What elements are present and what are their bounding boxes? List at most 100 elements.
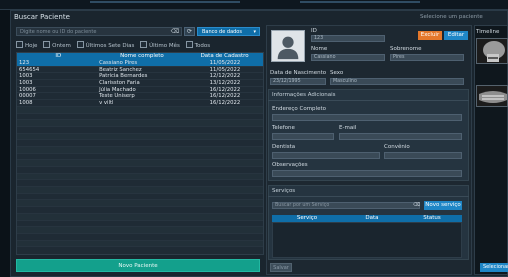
cell-name: Clarisston Faria — [99, 80, 140, 86]
column-header-name[interactable]: Nome completo — [98, 53, 187, 60]
services-table-header: Serviço Data Status — [272, 215, 462, 222]
data-source-select[interactable]: Banco de dados ▾ — [197, 27, 260, 36]
app-titlebar — [0, 0, 508, 10]
id-field[interactable]: 123 — [311, 35, 385, 42]
cell-name: v viltl — [99, 100, 114, 106]
cell-name: Beatriz Sanchez — [99, 66, 142, 73]
chevron-down-icon: ▾ — [253, 29, 256, 35]
table-row-empty — [17, 213, 263, 221]
table-row-empty — [17, 187, 263, 194]
services-column-status[interactable]: Status — [402, 215, 462, 222]
table-row-empty — [17, 146, 263, 154]
insurance-field[interactable] — [384, 152, 462, 159]
cell-id: 1008 — [19, 100, 33, 106]
table-row-empty — [17, 140, 263, 147]
table-row[interactable]: 1008 v viltl 16/12/2022 — [17, 100, 263, 107]
delete-button[interactable]: Excluir — [418, 31, 442, 40]
birth-date-label: Data de Nascimento — [270, 70, 327, 76]
table-row[interactable]: 1003 Patrícia Bernardes 12/12/2022 — [17, 73, 263, 81]
panoramic-xray-icon — [477, 86, 507, 106]
filter-checkbox-yesterday[interactable] — [43, 41, 51, 48]
column-header-date[interactable]: Data de Cadastro — [186, 53, 263, 60]
clear-search-icon[interactable]: ⌫ — [170, 28, 180, 35]
titlebar-accent — [300, 1, 420, 3]
table-row-empty — [17, 207, 263, 214]
phone-field[interactable] — [272, 133, 334, 140]
table-row[interactable]: 10006 Júlia Machado 16/12/2022 — [17, 87, 263, 94]
clear-service-search-icon[interactable]: ⌫ — [413, 202, 420, 209]
address-label: Endereço Completo — [272, 106, 326, 112]
table-row[interactable]: 654654 Beatriz Sanchez 11/05/2022 — [17, 67, 263, 74]
user-silhouette-icon — [277, 36, 299, 60]
sex-label: Sexo — [330, 70, 344, 76]
table-row-empty — [17, 133, 263, 141]
filter-checkbox-all[interactable] — [185, 41, 193, 48]
edit-button[interactable]: Editar — [444, 31, 468, 40]
table-row-empty — [17, 221, 263, 228]
table-header: ID Nome completo Data de Cadastro — [17, 53, 263, 60]
services-column-service[interactable]: Serviço — [272, 215, 342, 222]
address-field[interactable] — [272, 114, 462, 121]
table-row-empty — [17, 154, 263, 161]
table-row-empty — [17, 127, 263, 134]
service-search-input[interactable]: Buscar por um Serviço — [272, 202, 420, 209]
table-row-empty — [17, 234, 263, 241]
timeline-thumbnail[interactable] — [476, 85, 508, 107]
dentist-field[interactable] — [272, 152, 380, 159]
email-field[interactable] — [339, 133, 462, 140]
birth-date-field[interactable]: 23/12/1995 — [270, 78, 326, 85]
additional-info-title: Informações Adicionais — [272, 92, 336, 98]
divider — [268, 196, 469, 197]
cell-name: Cassiano Pires — [99, 60, 138, 66]
table-row-empty — [17, 180, 263, 188]
filter-label: Todos — [194, 43, 211, 49]
table-row-empty — [17, 240, 263, 248]
filter-label: Último Mês — [149, 43, 180, 49]
table-row-empty — [17, 227, 263, 234]
filter-checkbox-last-seven-days[interactable] — [76, 41, 84, 48]
table-row-empty — [17, 200, 263, 208]
cell-date: 13/12/2022 — [209, 80, 241, 86]
save-button[interactable]: Salvar — [270, 263, 292, 272]
sex-field[interactable]: Masculino — [330, 78, 464, 85]
table-row[interactable]: 123 Cassiano Pires 11/05/2022 — [17, 60, 263, 67]
table-row[interactable]: 00007 Teste Uniserp 16/12/2022 — [17, 93, 263, 101]
phone-label: Telefone — [272, 125, 295, 131]
titlebar-accent — [90, 1, 240, 3]
table-row[interactable]: 1003 Clarisston Faria 13/12/2022 — [17, 80, 263, 87]
notes-label: Observações — [272, 162, 308, 168]
cell-date: 11/05/2022 — [209, 66, 241, 73]
dentist-label: Dentista — [272, 144, 296, 150]
filter-checkbox-last-month[interactable] — [140, 41, 148, 48]
select-button[interactable]: Selecionar — [480, 263, 508, 272]
table-row-empty — [17, 194, 263, 201]
column-header-id[interactable]: ID — [17, 53, 98, 60]
cell-name: Patrícia Bernardes — [99, 73, 148, 80]
notes-field[interactable] — [272, 170, 462, 177]
filter-checkbox-today[interactable] — [16, 41, 23, 48]
table-row-empty — [17, 120, 263, 127]
surname-field[interactable]: Pires — [390, 54, 464, 61]
services-table-body — [272, 222, 462, 258]
window-title: Buscar Paciente — [14, 13, 70, 21]
table-row-empty — [17, 167, 263, 174]
patient-avatar[interactable] — [271, 30, 305, 62]
id-label: ID — [311, 28, 317, 34]
patient-search-input[interactable]: Digite nome ou ID do paciente — [16, 27, 182, 36]
cell-date: 12/12/2022 — [209, 73, 241, 80]
new-patient-button[interactable]: Novo Paciente — [16, 259, 260, 272]
cell-date: 11/05/2022 — [209, 60, 241, 66]
cell-date: 16/12/2022 — [209, 100, 241, 106]
divider — [268, 100, 469, 101]
refresh-icon[interactable]: ⟳ — [184, 27, 195, 36]
table-row-empty — [17, 173, 263, 181]
timeline-thumbnail[interactable] — [476, 38, 508, 64]
new-service-button[interactable]: Novo serviço — [424, 201, 462, 210]
filter-label: Últimos Sete Dias — [85, 43, 135, 49]
services-title: Serviços — [272, 188, 296, 194]
table-row-empty — [17, 160, 263, 167]
cell-id: 00007 — [19, 93, 36, 100]
services-column-date[interactable]: Data — [342, 215, 402, 222]
email-label: E-mail — [339, 125, 357, 131]
name-field[interactable]: Cassiano — [311, 54, 385, 61]
